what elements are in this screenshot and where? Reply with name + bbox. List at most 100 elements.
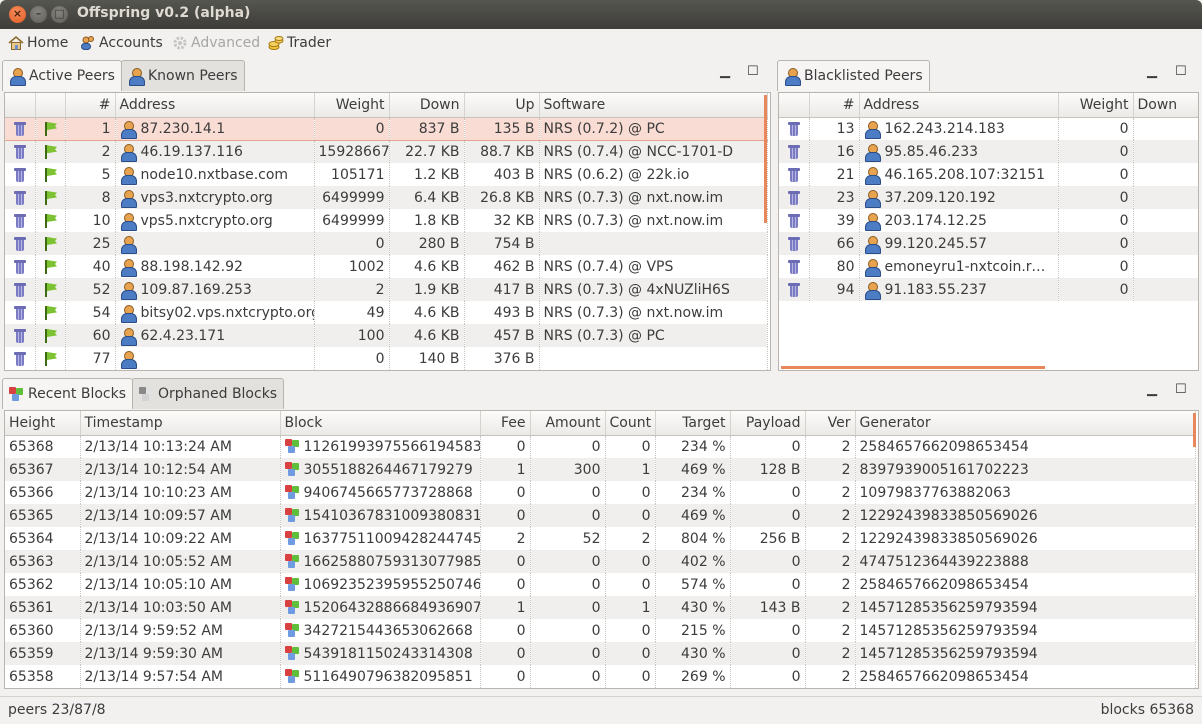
peers-panel-maximize-button[interactable]: ☐ bbox=[747, 64, 759, 79]
blacklist-panel-maximize-button[interactable]: ☐ bbox=[1175, 64, 1187, 79]
peers-scroll-indicator[interactable] bbox=[764, 95, 767, 223]
trader-menu-button[interactable]: Trader bbox=[268, 35, 331, 51]
blacklist-delete-cell[interactable] bbox=[779, 232, 810, 255]
tab-blacklisted-peers[interactable]: Blacklisted Peers bbox=[777, 60, 930, 91]
peer-flag-cell[interactable] bbox=[35, 140, 66, 163]
trash-icon[interactable] bbox=[787, 259, 800, 274]
blacklist-delete-cell[interactable] bbox=[779, 186, 810, 209]
blocks-col-block[interactable]: Block bbox=[280, 411, 481, 436]
blocks-col-ver[interactable]: Ver bbox=[805, 411, 856, 436]
table-row[interactable]: 40 88.198.142.92 1002 4.6 KB 462 B NRS (0.7.4… bbox=[5, 255, 768, 278]
tab-known-peers[interactable]: Known Peers bbox=[120, 60, 245, 91]
blacklist-delete-cell[interactable] bbox=[779, 209, 810, 232]
trash-icon[interactable] bbox=[13, 236, 26, 251]
blocks-col-timestamp[interactable]: Timestamp bbox=[80, 411, 281, 436]
trash-icon[interactable] bbox=[787, 213, 800, 228]
flag-icon[interactable] bbox=[43, 190, 57, 205]
blacklist-delete-cell[interactable] bbox=[779, 163, 810, 186]
trash-icon[interactable] bbox=[787, 236, 800, 251]
trash-icon[interactable] bbox=[13, 190, 26, 205]
peer-flag-cell[interactable] bbox=[35, 232, 66, 255]
table-row[interactable]: 65360 2/13/14 9:59:52 AM 34272154436530626… bbox=[5, 619, 1196, 642]
peer-delete-cell[interactable] bbox=[5, 278, 36, 301]
peer-delete-cell[interactable] bbox=[5, 140, 36, 163]
peer-delete-cell[interactable] bbox=[5, 347, 36, 370]
table-row[interactable]: 25 0 280 B 754 B bbox=[5, 232, 768, 255]
blocks-col-fee[interactable]: Fee bbox=[480, 411, 531, 436]
peer-flag-cell[interactable] bbox=[35, 209, 66, 232]
peer-flag-cell[interactable] bbox=[35, 347, 66, 370]
blocks-panel-maximize-button[interactable]: ☐ bbox=[1175, 382, 1187, 397]
trash-icon[interactable] bbox=[787, 121, 800, 136]
blacklist-delete-cell[interactable] bbox=[779, 278, 810, 301]
blocks-col-amount[interactable]: Amount bbox=[530, 411, 606, 436]
peers-col-address[interactable]: Address bbox=[115, 93, 315, 118]
table-row[interactable]: 23 37.209.120.192 0 bbox=[779, 186, 1198, 209]
table-row[interactable]: 39 203.174.12.25 0 bbox=[779, 209, 1198, 232]
accounts-menu-button[interactable]: Accounts bbox=[80, 35, 163, 51]
peers-panel-minimize-button[interactable]: ▁ bbox=[720, 64, 730, 79]
peer-delete-cell[interactable] bbox=[5, 232, 36, 255]
peer-flag-cell[interactable] bbox=[35, 301, 66, 324]
blocks-panel-minimize-button[interactable]: ▁ bbox=[1147, 382, 1157, 397]
table-row[interactable]: 66 99.120.245.57 0 bbox=[779, 232, 1198, 255]
tab-recent-blocks[interactable]: Recent Blocks bbox=[2, 378, 133, 409]
table-row[interactable]: 77 0 140 B 376 B bbox=[5, 347, 768, 370]
peers-col-software[interactable]: Software bbox=[539, 93, 768, 118]
trash-icon[interactable] bbox=[787, 167, 800, 182]
blacklist-col-number[interactable]: # bbox=[809, 93, 860, 118]
trash-icon[interactable] bbox=[787, 282, 800, 297]
table-row[interactable]: 94 91.183.55.237 0 bbox=[779, 278, 1198, 301]
blacklist-delete-cell[interactable] bbox=[779, 255, 810, 278]
table-row[interactable]: 65358 2/13/14 9:57:54 AM 51164907963820958… bbox=[5, 665, 1196, 688]
peer-delete-cell[interactable] bbox=[5, 301, 36, 324]
peer-flag-cell[interactable] bbox=[35, 186, 66, 209]
table-row[interactable]: 52 109.87.169.253 2 1.9 KB 417 B NRS (0.7.3) … bbox=[5, 278, 768, 301]
table-row[interactable]: 65365 2/13/14 10:09:57 AM 1541036783100938… bbox=[5, 504, 1196, 527]
window-titlebar[interactable]: × – □ Offspring v0.2 (alpha) bbox=[0, 0, 1202, 29]
tab-active-peers[interactable]: Active Peers bbox=[2, 60, 122, 91]
table-row[interactable]: 65366 2/13/14 10:10:23 AM 9406745665773728… bbox=[5, 481, 1196, 504]
blacklist-col-delete[interactable] bbox=[779, 93, 810, 118]
blacklist-col-down[interactable]: Down bbox=[1133, 93, 1198, 118]
peers-col-down[interactable]: Down bbox=[389, 93, 465, 118]
peer-delete-cell[interactable] bbox=[5, 186, 36, 209]
flag-icon[interactable] bbox=[43, 144, 57, 160]
table-row[interactable]: 54 bitsy02.vps.nxtcrypto.org 49 4.6 KB 493 B… bbox=[5, 301, 768, 324]
blocks-col-count[interactable]: Count bbox=[605, 411, 656, 436]
peer-flag-cell[interactable] bbox=[35, 255, 66, 278]
flag-icon[interactable] bbox=[43, 351, 57, 366]
table-row[interactable]: 80 emoneyru1-nxtcoin.rhcl... 0 bbox=[779, 255, 1198, 278]
trash-icon[interactable] bbox=[13, 305, 26, 320]
blacklist-col-weight[interactable]: Weight bbox=[1058, 93, 1134, 118]
close-window-button[interactable]: × bbox=[9, 6, 26, 23]
table-row[interactable]: 1 87.230.14.1 0 837 B 135 B NRS (0.7.2) @ PC bbox=[5, 116, 768, 141]
advanced-menu-button[interactable]: Advanced bbox=[172, 35, 260, 51]
flag-icon[interactable] bbox=[43, 167, 57, 182]
peers-col-number[interactable]: # bbox=[65, 93, 116, 118]
table-row[interactable]: 2 46.19.137.116 15928667 22.7 KB 88.7 KB NRS … bbox=[5, 140, 768, 163]
blacklist-delete-cell[interactable] bbox=[779, 117, 810, 140]
flag-icon[interactable] bbox=[43, 213, 57, 228]
table-row[interactable]: 13 162.243.214.183 0 bbox=[779, 117, 1198, 140]
peer-flag-cell[interactable] bbox=[35, 163, 66, 186]
table-row[interactable]: 65368 2/13/14 10:13:24 AM 1126199397556619… bbox=[5, 435, 1196, 458]
trash-icon[interactable] bbox=[13, 167, 26, 182]
table-row[interactable]: 5 node10.nxtbase.com 105171 1.2 KB 403 B NRS … bbox=[5, 163, 768, 186]
trash-icon[interactable] bbox=[787, 190, 800, 205]
flag-icon[interactable] bbox=[43, 121, 57, 136]
table-row[interactable]: 8 vps3.nxtcrypto.org 6499999 6.4 KB 26.8 KB N… bbox=[5, 186, 768, 209]
blocks-scroll-indicator[interactable] bbox=[1193, 413, 1196, 447]
peer-delete-cell[interactable] bbox=[5, 116, 36, 141]
blocks-col-height[interactable]: Height bbox=[5, 411, 81, 436]
table-row[interactable]: 65359 2/13/14 9:59:30 AM 54391811502433143… bbox=[5, 642, 1196, 665]
blacklist-delete-cell[interactable] bbox=[779, 140, 810, 163]
home-menu-button[interactable]: Home bbox=[8, 35, 68, 51]
table-row[interactable]: 65364 2/13/14 10:09:22 AM 1637751100942824… bbox=[5, 527, 1196, 550]
blocks-col-payload[interactable]: Payload bbox=[730, 411, 806, 436]
trash-icon[interactable] bbox=[13, 213, 26, 228]
peer-delete-cell[interactable] bbox=[5, 324, 36, 347]
minimize-window-button[interactable]: – bbox=[30, 6, 47, 23]
trash-icon[interactable] bbox=[13, 259, 26, 274]
peers-col-up[interactable]: Up bbox=[464, 93, 540, 118]
